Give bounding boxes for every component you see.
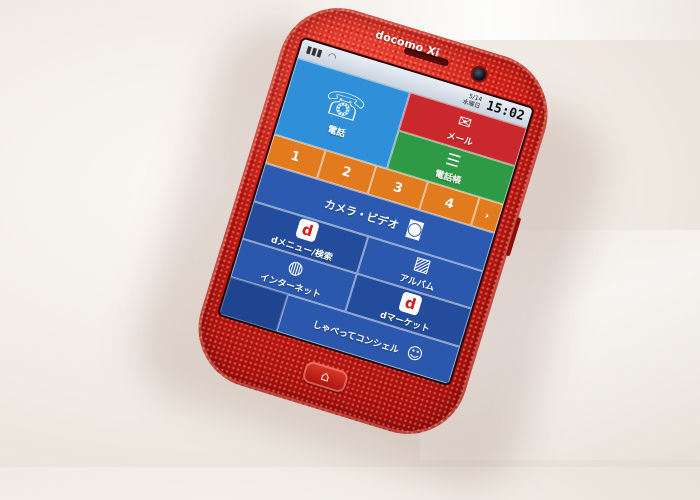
address-book-icon: ☰ — [443, 148, 464, 172]
d-logo-icon: d — [294, 217, 320, 243]
concierge-icon: ☺ — [404, 341, 426, 365]
envelope-icon: ✉ — [455, 110, 475, 133]
mail-tile-label: メール — [445, 130, 475, 149]
home-icon: ⌂ — [318, 367, 332, 386]
status-date-block: 5/14 水曜日 — [462, 91, 483, 110]
d-logo-icon: d — [398, 290, 424, 316]
wifi-icon: ◠ — [326, 50, 338, 64]
camera-icon: ◙ — [403, 216, 427, 242]
photo-icon: ▨ — [411, 252, 434, 278]
chevron-right-icon: › — [483, 208, 492, 222]
globe-icon: ◍ — [285, 255, 307, 280]
telephone-icon: ☏ — [318, 80, 371, 132]
contacts-tile-label: 電話帳 — [433, 168, 463, 187]
signal-bars-icon: ▮▮▮ — [304, 44, 324, 60]
